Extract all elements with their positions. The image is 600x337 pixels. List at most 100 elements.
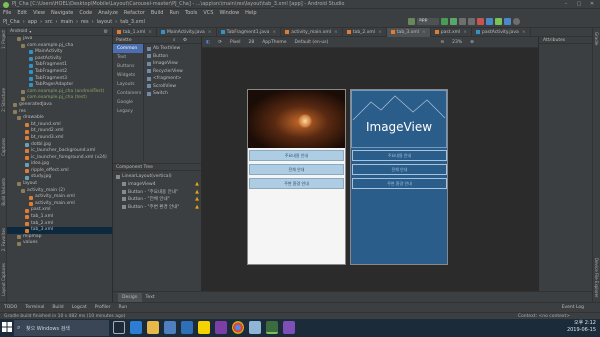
tree-item[interactable]: bt_round2.xml bbox=[7, 128, 112, 135]
menu-vcs[interactable]: VCS bbox=[203, 10, 213, 16]
search-icon[interactable]: ⌕ bbox=[173, 37, 176, 43]
breadcrumb-item[interactable]: PJ_Cha bbox=[3, 19, 20, 25]
tool-window-todo[interactable]: TODO bbox=[4, 305, 17, 310]
zoom-out-icon[interactable]: ⊖ bbox=[440, 40, 444, 45]
breadcrumb-item[interactable]: tab_3.xml bbox=[120, 19, 145, 25]
onenote-icon[interactable] bbox=[215, 321, 227, 334]
warning-icon[interactable]: ▲ bbox=[195, 181, 199, 187]
tree-item[interactable]: ic_launcher_foreground.xml (v24) bbox=[7, 155, 112, 162]
tree-item[interactable]: activity_main.xml bbox=[7, 194, 112, 201]
component-tree-item[interactable]: Button - "주요내용 안내" ▲ bbox=[113, 188, 201, 196]
mail-icon[interactable] bbox=[181, 321, 193, 334]
tree-item[interactable]: tab_2.xml bbox=[7, 221, 112, 228]
tab-tab-2-xml[interactable]: tab_2.xml × bbox=[343, 27, 387, 37]
tree-item[interactable]: drawable bbox=[7, 115, 112, 122]
palette-item[interactable]: Ab TextView bbox=[147, 45, 183, 53]
breadcrumb-item[interactable]: layout bbox=[97, 19, 113, 25]
zoom-in-icon[interactable]: ⊕ bbox=[470, 40, 474, 45]
hammer-icon[interactable] bbox=[408, 18, 415, 25]
tool-tab-1[interactable]: 2: Structure bbox=[1, 88, 6, 112]
tool-window-event-log[interactable]: Event Log bbox=[562, 305, 584, 310]
palette-category[interactable]: Legacy bbox=[113, 107, 143, 116]
avd-manager-icon[interactable] bbox=[495, 18, 502, 25]
tree-item[interactable]: TabFragment1 bbox=[7, 62, 112, 69]
palette-category[interactable]: Text bbox=[113, 53, 143, 62]
minimize-button[interactable]: – bbox=[560, 1, 572, 8]
warning-icon[interactable]: ▲ bbox=[195, 204, 199, 210]
tree-item[interactable]: TabFragment2 bbox=[7, 69, 112, 76]
taskbar-search-box[interactable]: ⌕ 찾으 Windows 검색 bbox=[14, 320, 109, 336]
api-dropdown[interactable]: 28 bbox=[248, 40, 254, 45]
tab-tabfragment1-java[interactable]: TabFragment1.java × bbox=[217, 27, 282, 37]
close-icon[interactable]: × bbox=[334, 30, 338, 35]
blueprint-button-3[interactable]: 주변 환경 안내 bbox=[352, 178, 447, 189]
menu-code[interactable]: Code bbox=[79, 10, 92, 16]
tool-tab-2[interactable]: Captures bbox=[1, 138, 6, 156]
search-icon[interactable] bbox=[513, 18, 520, 25]
tool-tab-5[interactable]: Layout Captures bbox=[1, 263, 6, 296]
maximize-button[interactable]: ▢ bbox=[573, 1, 585, 8]
tree-item[interactable]: MainActivity bbox=[7, 49, 112, 56]
tree-item[interactable]: layout bbox=[7, 181, 112, 188]
tree-item[interactable]: tab_1.xml bbox=[7, 214, 112, 221]
breadcrumb-item[interactable]: src bbox=[45, 19, 52, 25]
component-tree-item[interactable]: Button - "전체 안내" ▲ bbox=[113, 196, 201, 204]
blueprint-preview[interactable]: ImageView 주요내용 안내 전체 안내 주변 환경 안내 bbox=[350, 89, 448, 265]
tab-activity-main-xml[interactable]: activity_main.xml × bbox=[281, 27, 343, 37]
menu-file[interactable]: File bbox=[3, 10, 11, 16]
theme-dropdown[interactable]: AppTheme bbox=[262, 40, 286, 45]
tree-item[interactable]: ic_launcher_background.xml bbox=[7, 148, 112, 155]
menu-run[interactable]: Run bbox=[169, 10, 179, 16]
sync-gradle-icon[interactable] bbox=[486, 18, 493, 25]
blueprint-button-1[interactable]: 주요내용 안내 bbox=[352, 150, 447, 161]
palette-item[interactable]: Button bbox=[147, 53, 183, 61]
run-icon[interactable] bbox=[441, 18, 448, 25]
tab-past-xml[interactable]: past.xml × bbox=[431, 27, 473, 37]
warning-icon[interactable]: ▲ bbox=[195, 189, 199, 195]
tool-window-terminal[interactable]: Terminal bbox=[25, 305, 44, 310]
palette-category[interactable]: Common bbox=[113, 44, 143, 53]
menu-refactor[interactable]: Refactor bbox=[124, 10, 145, 16]
tree-item[interactable]: java bbox=[7, 36, 112, 43]
kakaotalk-icon[interactable] bbox=[198, 321, 210, 334]
tree-item[interactable]: bt_round3.xml bbox=[7, 135, 112, 142]
chrome-icon[interactable] bbox=[232, 321, 244, 334]
project-view-selector[interactable]: Android ▾ ⚙ bbox=[7, 28, 112, 36]
android-studio-taskbar-icon[interactable] bbox=[266, 321, 278, 334]
palette-item[interactable]: <fragment> bbox=[147, 75, 183, 83]
palette-category[interactable]: Containers bbox=[113, 89, 143, 98]
menu-tools[interactable]: Tools bbox=[185, 10, 197, 16]
palette-item[interactable]: Switch bbox=[147, 90, 183, 98]
tab-pastactivity-java[interactable]: pastActivity.java × bbox=[472, 27, 531, 37]
right-tool-tab-1[interactable]: Device File Explorer bbox=[594, 258, 599, 298]
tab-mainactivity-java[interactable]: MainActivity.java × bbox=[157, 27, 217, 37]
close-icon[interactable]: × bbox=[463, 30, 467, 35]
close-icon[interactable]: × bbox=[422, 30, 426, 35]
tab-text[interactable]: Text bbox=[142, 293, 159, 302]
gear-icon[interactable]: ⚙ bbox=[183, 38, 187, 43]
tool-tab-3[interactable]: Build Variants bbox=[1, 178, 6, 206]
sdk-manager-icon[interactable] bbox=[504, 18, 511, 25]
palette-category[interactable]: Google bbox=[113, 98, 143, 107]
windows-start-icon[interactable] bbox=[2, 322, 12, 332]
stop-icon[interactable] bbox=[477, 18, 484, 25]
tree-item[interactable]: com.example.pj_cha (test) bbox=[7, 95, 112, 102]
tree-item[interactable]: activity_main.xml bbox=[7, 201, 112, 208]
close-icon[interactable]: × bbox=[208, 30, 212, 35]
notepad-icon[interactable] bbox=[249, 321, 261, 334]
tree-item[interactable]: ripple_effect.xml bbox=[7, 168, 112, 175]
tool-tab-0[interactable]: 1: Project bbox=[1, 30, 6, 49]
menu-navigate[interactable]: Navigate bbox=[51, 10, 73, 16]
close-icon[interactable]: × bbox=[378, 30, 382, 35]
component-tree-item[interactable]: Button - "주변 환경 안내" ▲ bbox=[113, 203, 201, 211]
profile-icon[interactable] bbox=[459, 18, 466, 25]
run-config-dropdown[interactable]: app bbox=[417, 18, 439, 25]
orientation-icon[interactable]: ⟳ bbox=[218, 40, 222, 45]
breadcrumb-item[interactable]: res bbox=[81, 19, 89, 25]
right-tool-tab-0[interactable]: Gradle bbox=[594, 32, 599, 45]
palette-category[interactable]: Widgets bbox=[113, 71, 143, 80]
preview-button-2[interactable]: 전체 안내 bbox=[249, 164, 344, 175]
design-mode-icon[interactable]: ◧ bbox=[206, 40, 210, 45]
idea-bulb-image[interactable] bbox=[248, 90, 345, 148]
tree-item[interactable]: past.xml bbox=[7, 207, 112, 214]
